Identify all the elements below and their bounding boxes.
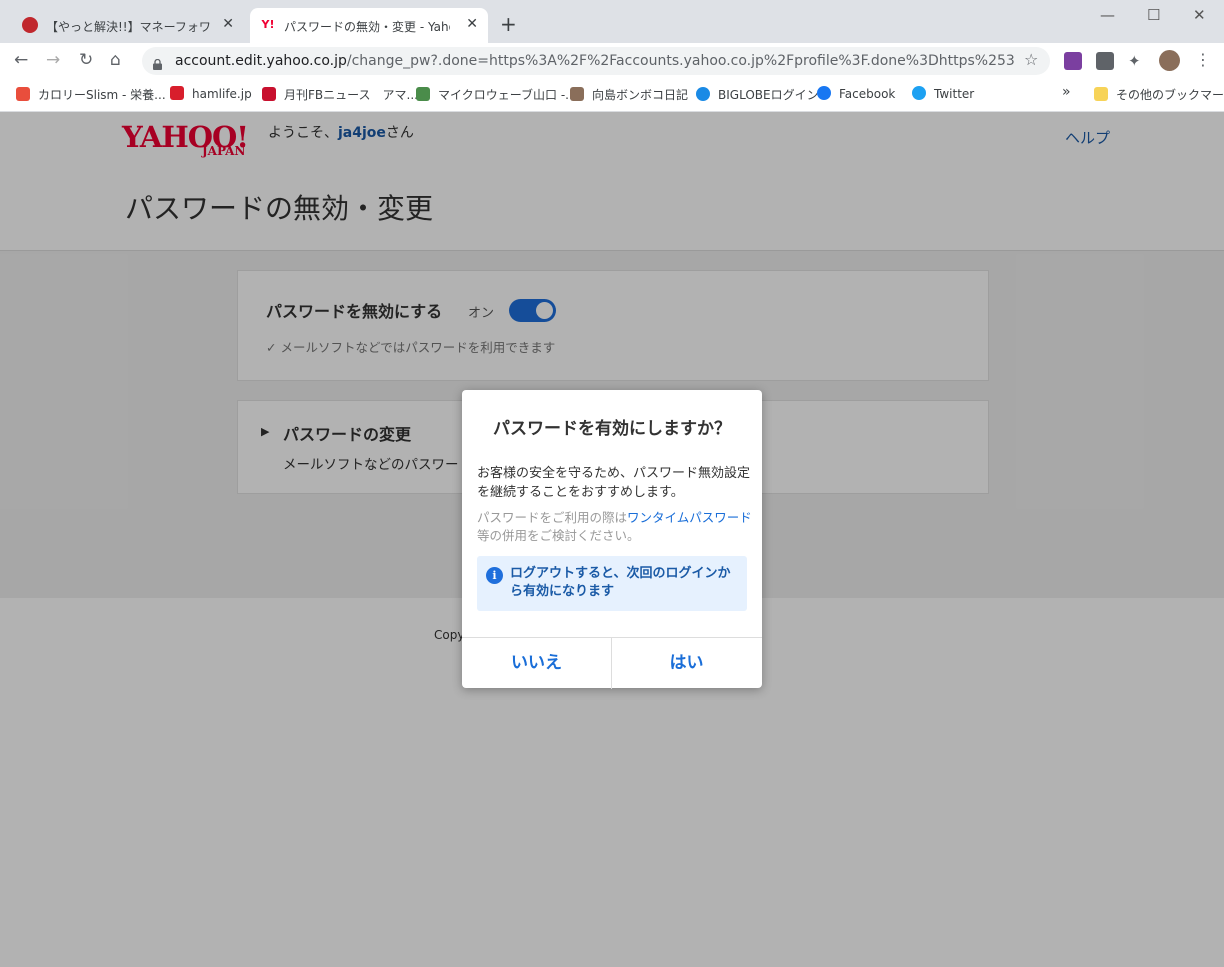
dialog-subtext-prefix: パスワードをご利用の際は (477, 510, 628, 525)
url-path: /change_pw?.done=https%3A%2F%2Faccounts.… (346, 53, 1015, 69)
bookmark-favicon (570, 87, 584, 101)
bookmark-label: カロリーSlism - 栄養... (38, 88, 166, 102)
bookmark-item[interactable]: hamlife.jp (170, 86, 252, 101)
tab-favicon (22, 17, 38, 33)
dialog-title: パスワードを有効にしますか？ (493, 419, 731, 439)
no-button[interactable]: いいえ (462, 638, 612, 689)
folder-icon (1094, 87, 1108, 101)
lock-icon (153, 55, 162, 70)
yahoo-favicon: Y! (260, 17, 276, 33)
bookmark-favicon (416, 87, 430, 101)
bookmark-favicon (696, 87, 710, 101)
yes-button[interactable]: はい (612, 638, 761, 689)
bookmark-label: Twitter (934, 87, 975, 101)
info-box: i ログアウトすると、次回のログインから有効になります (477, 556, 747, 611)
bookmark-item[interactable]: 向島ボンボコ日記 (570, 86, 688, 103)
bookmark-star-icon[interactable]: ☆ (1024, 50, 1038, 69)
other-bookmarks[interactable]: その他のブックマーク (1094, 86, 1224, 103)
tab-active[interactable]: Y! パスワードの無効・変更 - Yahoo! JAPAN ✕ (250, 8, 488, 43)
minimize-icon[interactable]: — (1100, 6, 1115, 24)
bookmark-label: マイクロウェーブ山口 -... (438, 88, 577, 102)
back-icon[interactable]: ← (14, 50, 28, 70)
one-time-password-link[interactable]: ワンタイムパスワード (627, 510, 752, 525)
dialog-subtext: パスワードをご利用の際はワンタイムパスワード等の併用をご検討ください。 (477, 509, 752, 545)
bookmark-favicon (170, 86, 184, 100)
twitter-icon (912, 86, 926, 100)
maximize-icon[interactable]: ☐ (1147, 6, 1160, 24)
facebook-icon (817, 86, 831, 100)
url-host: account.edit.yahoo.co.jp (175, 53, 347, 69)
bookmark-item[interactable]: マイクロウェーブ山口 -... (416, 86, 577, 103)
bookmark-label: BIGLOBEログイン (718, 88, 819, 102)
info-text: ログアウトすると、次回のログインから有効になります (510, 566, 731, 599)
home-icon[interactable]: ⌂ (110, 50, 121, 70)
extension-icon[interactable] (1096, 52, 1114, 70)
bookmark-favicon (16, 87, 30, 101)
close-tab-icon[interactable]: ✕ (222, 16, 234, 32)
close-tab-icon[interactable]: ✕ (466, 16, 478, 32)
bookmark-item[interactable]: Facebook (817, 86, 895, 101)
url-text: account.edit.yahoo.co.jp/change_pw?.done… (175, 53, 1015, 69)
window-close-icon[interactable]: ✕ (1193, 6, 1206, 24)
dialog-buttons: いいえ はい (462, 637, 762, 689)
menu-icon[interactable]: ⋮ (1195, 50, 1211, 69)
bookmark-label: 月刊FBニュース アマ... (284, 88, 418, 102)
tab-title: パスワードの無効・変更 - Yahoo! JAPAN (284, 20, 450, 34)
bookmark-item[interactable]: カロリーSlism - 栄養... (16, 86, 166, 103)
bookmark-label: 向島ボンボコ日記 (592, 88, 689, 102)
dialog-body: お客様の安全を守るため、パスワード無効設定を継続することをおすすめします。 (477, 466, 751, 500)
more-bookmarks-icon[interactable]: » (1062, 84, 1071, 100)
new-tab-icon[interactable]: + (500, 12, 517, 36)
tab-inactive[interactable]: 【やっと解決!!】マネーフォワードMEでYa ✕ (12, 8, 244, 43)
puzzle-extensions-icon[interactable]: ✦ (1128, 52, 1146, 70)
bookmark-label: Facebook (839, 87, 896, 101)
onenote-extension-icon[interactable] (1064, 52, 1082, 70)
bookmark-favicon (262, 87, 276, 101)
bookmark-item[interactable]: 月刊FBニュース アマ... (262, 86, 418, 103)
info-icon: i (486, 567, 503, 584)
reload-icon[interactable]: ↻ (79, 50, 93, 70)
tab-title: 【やっと解決!!】マネーフォワードMEでYa (46, 20, 212, 34)
bookmark-item[interactable]: BIGLOBEログイン (696, 86, 819, 103)
forward-icon[interactable]: → (46, 50, 60, 70)
profile-avatar[interactable] (1159, 50, 1180, 71)
bookmark-label: hamlife.jp (192, 87, 252, 101)
dialog-subtext-suffix: 等の併用をご検討ください。 (477, 528, 640, 543)
bookmark-label: その他のブックマーク (1116, 88, 1224, 102)
bookmark-item[interactable]: Twitter (912, 86, 974, 101)
enable-password-dialog: パスワードを有効にしますか？ お客様の安全を守るため、パスワード無効設定を継続す… (462, 390, 762, 689)
